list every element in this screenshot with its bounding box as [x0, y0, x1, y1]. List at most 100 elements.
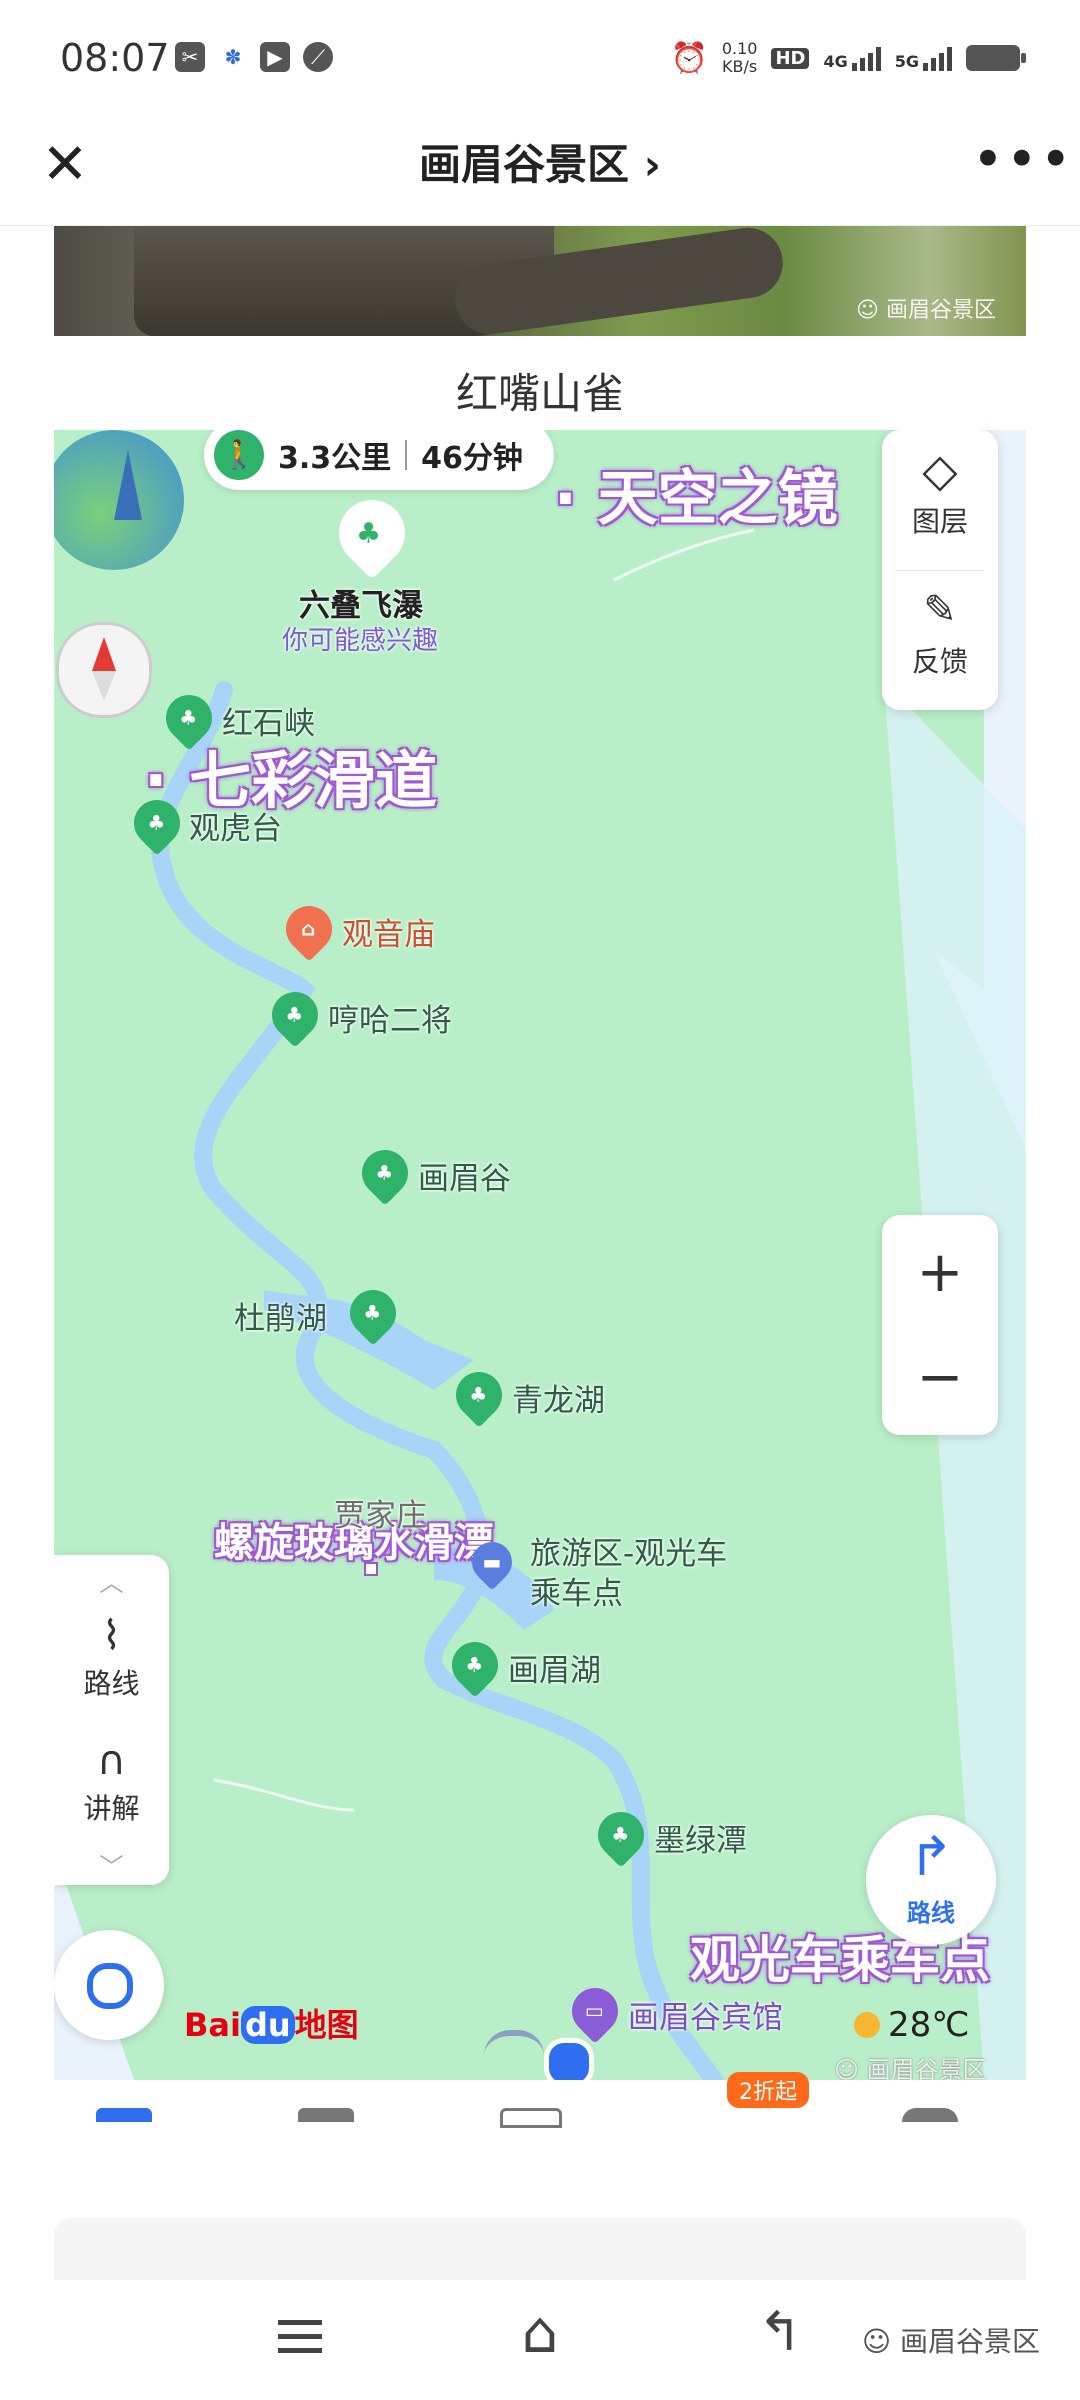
zoom-control: + −	[882, 1215, 998, 1435]
walk-distance: 3.3公里	[278, 441, 392, 476]
poi-label-binguan[interactable]: 画眉谷宾馆	[628, 1992, 783, 2037]
menu-line-2	[278, 2334, 322, 2339]
zoom-out-button[interactable]: −	[882, 1330, 998, 1425]
route-turn-icon: ↱	[908, 1825, 954, 1888]
walk-route-pill[interactable]: 🚶 3.3公里 46分钟	[204, 430, 554, 490]
poi-label-hongshixia[interactable]: 红石峡	[222, 698, 315, 743]
menu-icon[interactable]	[260, 2302, 340, 2372]
highlight-tiankong[interactable]: · 天空之镜	[554, 450, 838, 537]
locate-crosshair-icon	[87, 1963, 133, 2009]
sun-icon	[854, 2012, 880, 2038]
walk-time: 46分钟	[421, 441, 523, 476]
zoom-in-button[interactable]: +	[882, 1225, 998, 1320]
feedback-edit-icon: ✎	[923, 587, 957, 633]
tab-stub-2[interactable]	[298, 2108, 354, 2122]
poi-label-guanhutai[interactable]: 观虎台	[189, 803, 282, 848]
weather-widget[interactable]: 28℃	[854, 2005, 969, 2045]
poi-label-dujuanhu[interactable]: 杜鹃湖	[234, 1293, 327, 1338]
app-notification-icon: ✂	[175, 42, 205, 72]
status-time: 08:07	[60, 36, 170, 80]
menu-line-3	[278, 2348, 322, 2353]
article-photo: ☺ 画眉谷景区	[54, 226, 1026, 336]
walking-icon: 🚶	[214, 430, 264, 480]
layers-button[interactable]: ◇ 图层	[882, 440, 998, 565]
place-label-jiajiazhuang: 贾家庄	[334, 1498, 427, 1534]
poi-label-lvyouqu[interactable]: 旅游区-观光车	[530, 1528, 727, 1573]
play-icon: ▶	[260, 42, 290, 72]
map-watermark: ☺ 画眉谷景区	[834, 2050, 987, 2080]
hd-icon: HD	[771, 47, 810, 69]
app-leaf-icon: ⟋	[303, 42, 333, 72]
tab-stub-3[interactable]	[500, 2108, 562, 2128]
poi-sublabel-liudie: 你可能感兴趣	[282, 626, 439, 656]
highlight-dot	[364, 1562, 378, 1576]
layers-label: 图层	[911, 505, 968, 538]
panel-up-chevron-icon[interactable]: ︿	[54, 1563, 169, 1598]
logo-bai: Bai	[184, 2006, 241, 2044]
layers-icon: ◇	[922, 443, 958, 497]
route-fab-button[interactable]: ↱ 路线	[866, 1815, 996, 1945]
discount-badge[interactable]: 2折起	[727, 2072, 809, 2108]
baidu-paw-icon: ✽	[224, 45, 242, 69]
more-icon[interactable]: •••	[972, 130, 1072, 200]
route-fab-label: 路线	[907, 1899, 955, 1927]
poi-label-qinglonghu[interactable]: 青龙湖	[512, 1375, 605, 1420]
poi-label-henghaerjiang[interactable]: 哼哈二将	[328, 995, 452, 1040]
route-button[interactable]: ⌇ 路线	[54, 1610, 169, 1720]
page-title[interactable]: 画眉谷景区 ›	[0, 130, 1080, 200]
pill-divider	[405, 440, 408, 470]
back-icon[interactable]: ↰	[740, 2302, 820, 2372]
map-bottom-tabbar: 2折起	[54, 2072, 1026, 2128]
photo-watermark-text: 画眉谷景区	[885, 298, 996, 323]
map-watermark-text: 画眉谷景区	[866, 2056, 987, 2080]
alarm-icon: ⏰	[670, 40, 708, 76]
compass-icon[interactable]	[56, 622, 152, 718]
poi-label-liudie[interactable]: 六叠飞瀑	[299, 580, 423, 625]
wechat-icon: ☺	[861, 2325, 900, 2358]
panel-divider	[896, 570, 984, 571]
status-right-group: ⏰ 0.10 KB/s HD 4G 5G	[670, 38, 1026, 78]
tab-home-stub[interactable]	[96, 2108, 152, 2122]
locate-button[interactable]	[54, 1930, 164, 2040]
sim-signal-1: 4G	[823, 45, 881, 71]
poi-label-lvyouqu-2[interactable]: 乘车点	[530, 1568, 623, 1613]
route-guide-panel: ︿ ⌇ 路线 ∩ 讲解 ﹀	[54, 1555, 169, 1885]
poi-label-huameigu[interactable]: 画眉谷	[418, 1153, 511, 1198]
network-type-1: 4G	[823, 52, 848, 71]
net-speed-value: 0.10	[721, 39, 758, 58]
signal-bars-1-icon	[851, 45, 881, 71]
photo-watermark: ☺ 画眉谷景区	[856, 292, 996, 324]
compass-needle-south	[92, 671, 116, 701]
close-icon[interactable]: ✕	[30, 130, 100, 200]
map-tool-panel: ◇ 图层 ✎ 反馈	[882, 430, 998, 710]
signal-bars-2-icon	[923, 45, 952, 71]
panel-down-chevron-icon[interactable]: ﹀	[54, 1847, 169, 1882]
poi-label-huameihu[interactable]: 画眉湖	[508, 1645, 601, 1690]
tab-stub-5[interactable]	[902, 2108, 958, 2122]
sim-signal-2: 5G	[895, 45, 952, 71]
logo-du: du	[240, 2006, 295, 2044]
home-icon[interactable]: ⌂	[500, 2302, 580, 2372]
navbar-watermark-text: 画眉谷景区	[899, 2325, 1040, 2358]
navbar-watermark: ☺ 画眉谷景区	[862, 2320, 1040, 2360]
feedback-label: 反馈	[911, 645, 968, 678]
route-label: 路线	[83, 1667, 140, 1700]
poi-label-molvtan[interactable]: 墨绿潭	[654, 1815, 747, 1860]
feedback-button[interactable]: ✎ 反馈	[882, 580, 998, 705]
guide-button[interactable]: ∩ 讲解	[54, 1735, 169, 1845]
photo-caption: 红嘴山雀	[455, 369, 624, 418]
wechat-icon: ☺	[834, 2056, 867, 2080]
status-bar: 08:07 ✂ ✽ ▶ ⟋ ⏰ 0.10 KB/s HD 4G 5G	[0, 0, 1080, 110]
logo-ditu: 地图	[294, 2006, 359, 2044]
headphones-icon: ∩	[96, 1738, 127, 1784]
scenic-map[interactable]: 🚶 3.3公里 46分钟 · 天空之镜 · 七彩滑道 螺旋玻璃水滑漂 观光车乘车…	[54, 430, 1026, 2080]
compass-needle-north	[92, 637, 116, 671]
title-bar: 画眉谷景区 › ✕ •••	[0, 110, 1080, 226]
tower-shape	[114, 450, 142, 520]
battery-icon	[966, 45, 1026, 71]
baidu-map-logo: Bai du 地图	[184, 2000, 359, 2046]
poi-label-guanyinmiao[interactable]: 观音庙	[342, 909, 435, 954]
wechat-icon: ☺	[856, 298, 886, 323]
net-speed-unit: KB/s	[722, 57, 758, 76]
system-navbar: ⌂ ↰ ☺ 画眉谷景区	[0, 2280, 1080, 2400]
